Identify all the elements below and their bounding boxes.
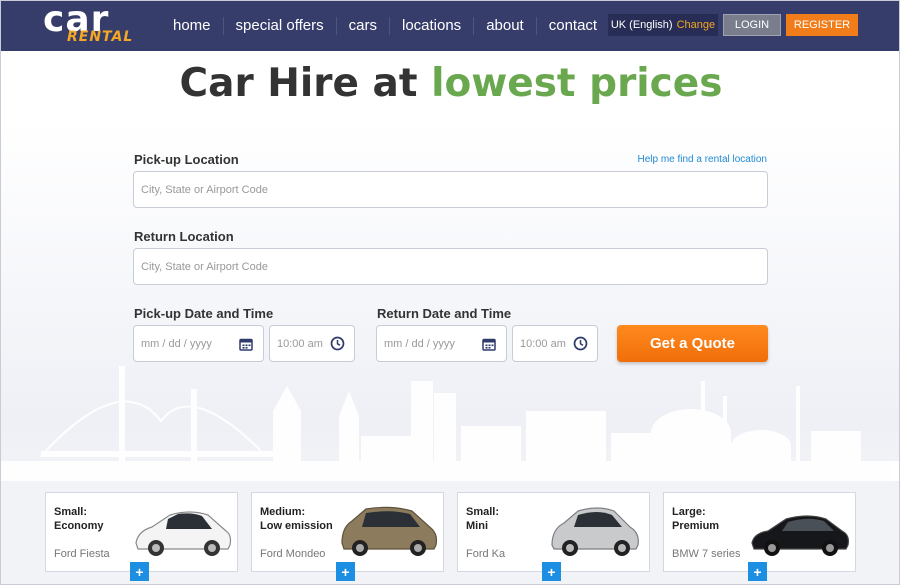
login-button[interactable]: LOGIN <box>723 14 781 36</box>
car-category: Large: Premium <box>672 505 719 533</box>
return-location-placeholder: City, State or Airport Code <box>141 260 268 273</box>
car-model: BMW 7 series <box>672 548 741 560</box>
nav-special-offers[interactable]: special offers <box>222 17 336 35</box>
car-model: Ford Fiesta <box>54 548 110 560</box>
car-category-line1: Medium: <box>260 506 306 518</box>
car-card-premium[interactable]: Large: Premium BMW 7 series + <box>663 492 856 581</box>
car-category-line2: Premium <box>672 520 720 532</box>
car-category-line1: Large: <box>672 506 706 518</box>
return-time-value: 10:00 am <box>520 337 566 350</box>
pickup-location-input[interactable]: City, State or Airport Code <box>133 171 768 208</box>
add-car-plus-button[interactable]: + <box>130 562 149 581</box>
pickup-time-input[interactable]: 10:00 am <box>269 325 355 362</box>
change-language-link[interactable]: Change <box>677 19 716 31</box>
bronze-car-icon <box>341 506 438 556</box>
return-date-placeholder: mm / dd / yyyy <box>384 337 455 350</box>
car-category: Medium: Low emission <box>260 505 333 533</box>
nav-home[interactable]: home <box>161 17 223 35</box>
car-category-line2: Economy <box>54 520 104 532</box>
silver-car-icon <box>551 507 639 556</box>
return-location-label: Return Location <box>134 229 234 244</box>
car-card-economy[interactable]: Small: Economy Ford Fiesta + <box>45 492 238 581</box>
return-date-input[interactable]: mm / dd / yyyy <box>376 325 507 362</box>
add-car-plus-button[interactable]: + <box>336 562 355 581</box>
car-card-mini[interactable]: Small: Mini Ford Ka + <box>457 492 650 581</box>
car-model: Ford Mondeo <box>260 548 326 560</box>
car-category-line2: Low emission <box>260 520 333 532</box>
language-selector: UK (English) Change <box>608 14 718 36</box>
city-skyline-illustration <box>1 366 899 481</box>
car-rental-logo[interactable]: car RENTAL <box>43 1 134 47</box>
headline-accent: lowest prices <box>431 61 723 106</box>
nav-contact[interactable]: contact <box>535 17 609 35</box>
pickup-datetime-label: Pick-up Date and Time <box>134 306 274 321</box>
return-location-input[interactable]: City, State or Airport Code <box>133 248 768 285</box>
pickup-time-value: 10:00 am <box>277 337 323 350</box>
pickup-date-input[interactable]: mm / dd / yyyy <box>133 325 264 362</box>
get-quote-button[interactable]: Get a Quote <box>617 325 768 362</box>
nav-cars[interactable]: cars <box>335 17 389 35</box>
page-frame: car RENTAL home special offers cars loca… <box>0 0 900 585</box>
language-label: UK (English) <box>610 19 673 31</box>
pickup-location-label: Pick-up Location <box>134 152 239 167</box>
return-datetime-label: Return Date and Time <box>377 306 512 321</box>
car-category-line2: Mini <box>466 520 488 532</box>
top-header: car RENTAL home special offers cars loca… <box>1 1 899 51</box>
logo-sub: RENTAL <box>67 29 134 45</box>
car-card-low-emission[interactable]: Medium: Low emission Ford Mondeo + <box>251 492 444 581</box>
car-category: Small: Economy <box>54 505 104 533</box>
clock-icon[interactable] <box>569 333 591 355</box>
calendar-icon[interactable] <box>235 333 257 355</box>
main-nav: home special offers cars locations about… <box>161 1 609 51</box>
car-category: Small: Mini <box>466 505 499 533</box>
headline-part1: Car Hire at <box>179 61 418 106</box>
car-model: Ford Ka <box>466 548 506 560</box>
car-category-line1: Small: <box>466 506 500 518</box>
nav-locations[interactable]: locations <box>388 17 473 35</box>
clock-icon[interactable] <box>326 333 348 355</box>
black-car-icon <box>751 515 849 556</box>
help-find-location-link[interactable]: Help me find a rental location <box>561 154 767 165</box>
white-car-icon <box>135 511 232 556</box>
page-headline: Car Hire at lowest prices <box>1 61 899 106</box>
pickup-location-placeholder: City, State or Airport Code <box>141 183 268 196</box>
register-button[interactable]: REGISTER <box>786 14 858 36</box>
nav-about[interactable]: about <box>473 17 536 35</box>
add-car-plus-button[interactable]: + <box>748 562 767 581</box>
return-time-input[interactable]: 10:00 am <box>512 325 598 362</box>
add-car-plus-button[interactable]: + <box>542 562 561 581</box>
car-category-line1: Small: <box>54 506 88 518</box>
calendar-icon[interactable] <box>478 333 500 355</box>
pickup-date-placeholder: mm / dd / yyyy <box>141 337 212 350</box>
